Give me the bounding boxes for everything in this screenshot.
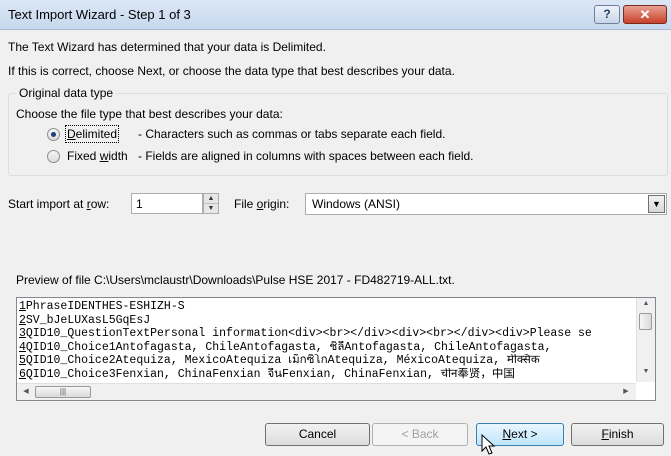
spin-down-icon[interactable]: ▼ (204, 204, 218, 213)
preview-line: 5QID10_Choice2Atequiza, MexicoAtequiza เ… (19, 354, 540, 367)
delimited-description: - Characters such as commas or tabs sepa… (138, 127, 446, 141)
fixed-width-radio[interactable] (47, 150, 60, 163)
finish-button[interactable]: Finish (571, 423, 664, 446)
close-icon: ✕ (639, 7, 651, 22)
vertical-scrollbar[interactable]: ▲ ▼ (636, 298, 655, 382)
intro-line-2: If this is correct, choose Next, or choo… (8, 64, 455, 78)
scroll-left-icon[interactable]: ◀ (17, 387, 35, 395)
preview-line: 1PhraseIDENTHES-ESHIZH-S (19, 300, 185, 313)
back-button[interactable]: < Back (372, 423, 468, 446)
delimited-radio[interactable] (47, 128, 60, 141)
intro-line-1: The Text Wizard has determined that your… (8, 40, 326, 54)
scroll-down-icon[interactable]: ▼ (637, 368, 655, 375)
spin-up-icon[interactable]: ▲ (204, 194, 218, 204)
start-row-spinner[interactable]: ▲ ▼ (203, 193, 219, 214)
vertical-scroll-thumb[interactable] (639, 313, 652, 330)
file-origin-label: File origin: (234, 197, 290, 211)
mouse-cursor-icon (481, 434, 496, 455)
delimited-label[interactable]: Delimited (64, 125, 120, 143)
group-prompt: Choose the file type that best describes… (16, 107, 283, 121)
file-origin-select[interactable]: Windows (ANSI) ▼ (305, 193, 667, 215)
preview-pane[interactable]: 1PhraseIDENTHES-ESHIZH-S 2SV_bJeLUXasL5G… (16, 297, 656, 401)
group-legend: Original data type (16, 86, 117, 100)
horizontal-scroll-thumb[interactable]: ||| (35, 386, 91, 398)
chevron-down-icon[interactable]: ▼ (648, 195, 665, 213)
preview-line: 6QID10_Choice3Fenxian, ChinaFenxian จีนF… (19, 367, 515, 381)
start-row-label: Start import at row: (8, 197, 110, 211)
start-row-input[interactable]: 1 (131, 193, 203, 214)
window-title: Text Import Wizard - Step 1 of 3 (8, 7, 191, 22)
close-button[interactable]: ✕ (623, 5, 667, 24)
fixed-width-label[interactable]: Fixed width (67, 149, 128, 163)
help-button[interactable]: ? (594, 5, 620, 24)
preview-label: Preview of file C:\Users\mclaustr\Downlo… (16, 273, 455, 287)
cancel-button[interactable]: Cancel (265, 423, 370, 446)
fixed-width-description: - Fields are aligned in columns with spa… (138, 149, 474, 163)
scroll-up-icon[interactable]: ▲ (637, 300, 655, 307)
preview-line: 3QID10_QuestionTextPersonal information<… (19, 327, 592, 340)
preview-line: 2SV_bJeLUXasL5GqEsJ (19, 313, 151, 327)
preview-line: 4QID10_Choice1Antofagasta, ChileAntofaga… (19, 340, 552, 354)
help-icon: ? (603, 7, 611, 21)
horizontal-scrollbar[interactable]: ◀ ||| ▶ (17, 383, 636, 400)
file-origin-value: Windows (ANSI) (312, 197, 401, 211)
preview-lines: 1PhraseIDENTHES-ESHIZH-S 2SV_bJeLUXasL5G… (19, 300, 633, 382)
scroll-right-icon[interactable]: ▶ (617, 387, 635, 395)
